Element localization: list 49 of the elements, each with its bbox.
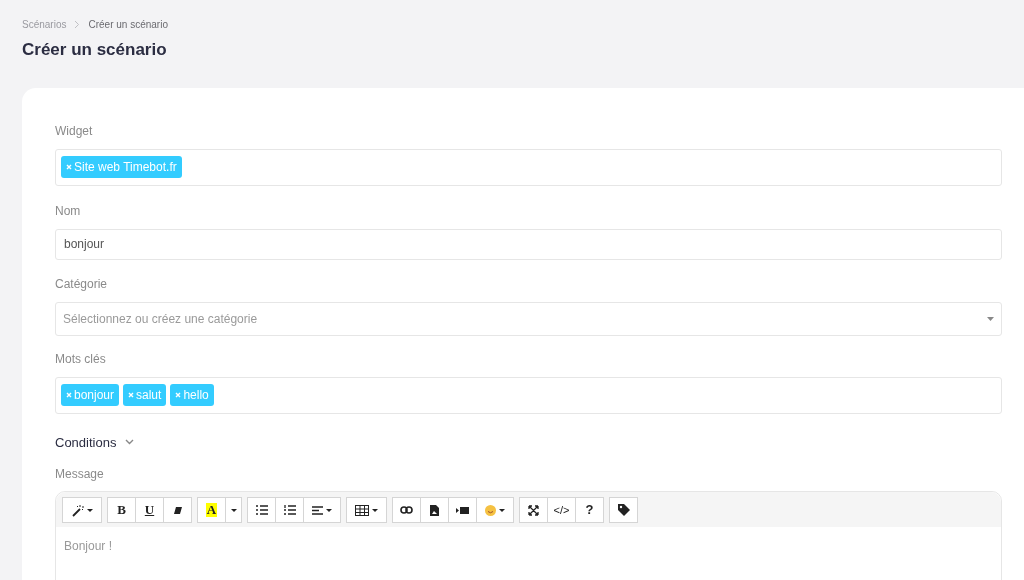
page-title: Créer un scénario <box>22 39 168 61</box>
toolbar-button[interactable]: </> <box>547 497 576 523</box>
chevron-down-icon <box>125 439 135 446</box>
field-label: Catégorie <box>55 275 109 293</box>
toolbar-button[interactable] <box>62 497 102 523</box>
toolbar-button[interactable]: ? <box>575 497 604 523</box>
caret-icon <box>87 508 93 512</box>
caret-icon <box>499 508 505 512</box>
toolbar-button[interactable] <box>275 497 304 523</box>
toolbar-button[interactable] <box>303 497 341 523</box>
toolbar-button[interactable]: B <box>107 497 136 523</box>
bullet-list-icon <box>255 505 268 515</box>
expand-icon <box>528 504 539 516</box>
name-field[interactable]: bonjour <box>55 228 1002 260</box>
magic-wand-icon <box>71 503 84 517</box>
align-left-icon <box>312 505 323 515</box>
toolbar-button[interactable] <box>346 497 387 523</box>
numbered-list-icon <box>283 504 296 516</box>
tag-label: bonjour <box>74 387 115 404</box>
field-label: Mots clés <box>55 350 107 368</box>
field-label: Nom <box>55 202 82 220</box>
toolbar-button[interactable] <box>247 497 276 523</box>
table-icon <box>355 504 369 516</box>
toolbar-button[interactable] <box>163 497 192 523</box>
breadcrumb-current: Créer un scénario <box>88 17 168 32</box>
tag-label: hello <box>183 387 209 404</box>
toolbar-button[interactable] <box>519 497 548 523</box>
caret-icon <box>987 316 994 321</box>
video-icon <box>456 506 469 514</box>
toolbar-button[interactable] <box>448 497 477 523</box>
field-label: Message <box>55 466 105 483</box>
toolbar-button[interactable]: U <box>135 497 164 523</box>
tag-label: Site web Timebot.fr <box>74 159 177 176</box>
caret-icon <box>326 508 332 512</box>
conditions-toggle[interactable]: Conditions <box>55 432 135 452</box>
caret-icon <box>230 508 237 512</box>
toolbar-button[interactable] <box>420 497 449 523</box>
tag-label: salut <box>136 387 162 404</box>
chevron-right-icon <box>74 19 81 29</box>
field-label: Widget <box>55 122 94 140</box>
toolbar-button[interactable] <box>609 497 638 523</box>
toolbar-button[interactable] <box>392 497 421 523</box>
caret-icon <box>372 508 378 512</box>
link-icon <box>400 506 413 514</box>
tag-icon <box>617 504 630 516</box>
eraser-icon <box>172 505 183 515</box>
toolbar-button[interactable]: A <box>197 497 226 523</box>
image-file-icon <box>430 504 439 516</box>
smiley-icon <box>485 504 496 516</box>
